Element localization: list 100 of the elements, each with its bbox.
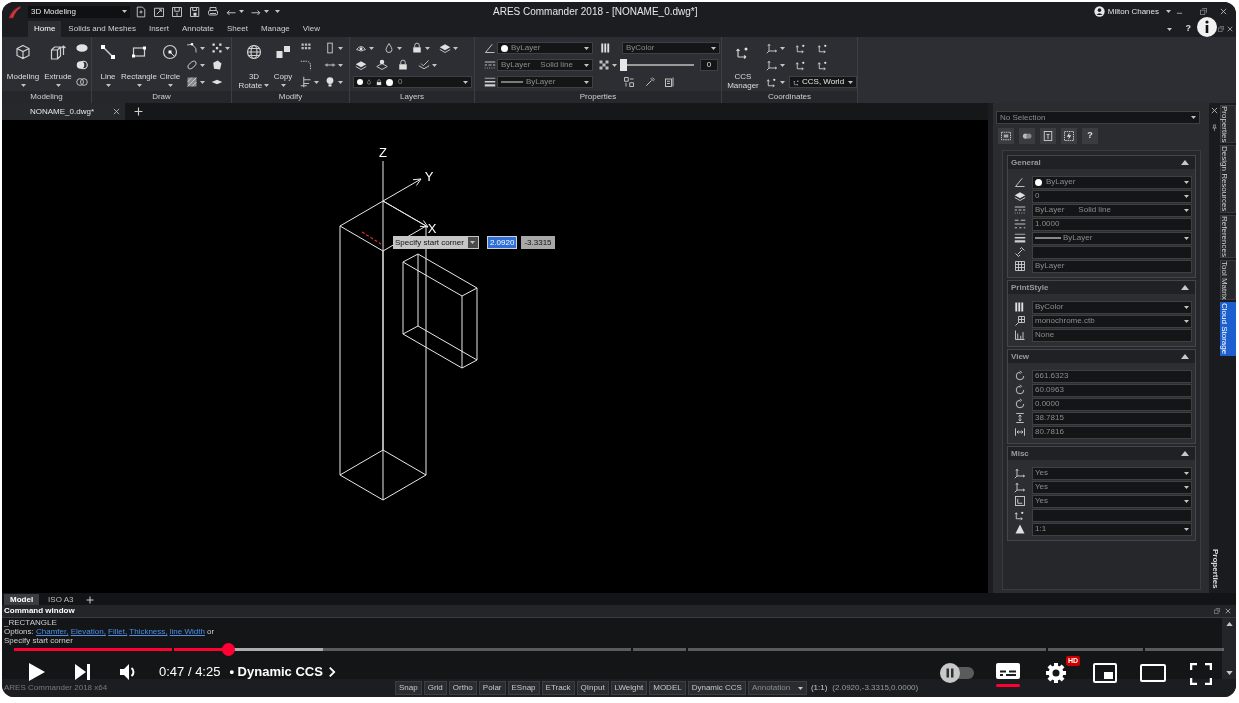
axes-rotate-button[interactable] — [766, 59, 785, 71]
scrollbar[interactable] — [1222, 618, 1236, 679]
play-button[interactable] — [28, 662, 46, 682]
property-field[interactable] — [1032, 508, 1192, 522]
drop-button[interactable] — [383, 42, 402, 54]
calculator-button[interactable] — [664, 76, 676, 88]
property-dropdown[interactable]: ByLayer — [1032, 175, 1192, 189]
ccs-dropdown[interactable]: CCS, World — [789, 76, 857, 88]
command-option-link[interactable]: Fillet, — [108, 627, 128, 636]
lightning-select-button[interactable] — [1061, 128, 1077, 144]
close-button[interactable] — [1220, 8, 1227, 15]
rotate-button[interactable]: 3D Rotate — [238, 39, 270, 90]
quick-select-button[interactable] — [1019, 128, 1035, 144]
side-tab[interactable]: References — [1220, 214, 1236, 258]
status-toggle[interactable]: Polar — [478, 681, 506, 695]
theater-mode-button[interactable] — [1140, 663, 1166, 682]
property-dropdown[interactable]: Yes — [1032, 494, 1192, 508]
restore-button[interactable] — [1214, 608, 1220, 614]
axes-view-button[interactable] — [817, 42, 829, 54]
dropper-button[interactable] — [644, 76, 656, 88]
selection-dropdown[interactable]: No Selection — [996, 111, 1200, 124]
status-toggle[interactable]: Ortho — [448, 681, 477, 695]
close-button[interactable] — [1227, 26, 1233, 32]
ribbon-tab[interactable]: Manage — [254, 21, 296, 37]
restore-button[interactable] — [1218, 26, 1224, 32]
close-button[interactable] — [1211, 107, 1218, 114]
match-properties-button[interactable] — [623, 76, 635, 88]
property-field[interactable]: None — [1032, 328, 1192, 342]
lock-button[interactable] — [411, 42, 430, 54]
layer-stack-button[interactable] — [355, 59, 367, 71]
autoplay-toggle[interactable] — [940, 663, 974, 683]
status-toggle[interactable]: Dynamic CCS — [687, 681, 746, 695]
copy-button[interactable]: Copy — [270, 39, 296, 90]
restore-button[interactable] — [1200, 8, 1207, 15]
property-field[interactable]: 1.0000 — [1032, 217, 1192, 231]
circle-button[interactable]: Circle — [158, 39, 182, 88]
transparency-button[interactable] — [598, 59, 617, 71]
status-toggle[interactable]: QInput — [576, 681, 609, 695]
help-button[interactable]: ? — [1082, 128, 1098, 144]
layer-dropdown[interactable]: 0 — [353, 76, 472, 88]
property-field[interactable] — [1032, 245, 1192, 259]
polyline-button[interactable] — [186, 42, 205, 54]
lineweight-dropdown[interactable]: ByLayer — [497, 76, 593, 88]
property-field[interactable]: ByLayer — [1032, 259, 1192, 273]
line-button[interactable]: Line — [96, 39, 120, 88]
toggle-selection-button[interactable] — [1040, 128, 1056, 144]
status-toggle[interactable]: ESnap — [507, 681, 540, 695]
collapse-button[interactable] — [1181, 451, 1189, 456]
layers-button[interactable] — [439, 42, 458, 54]
collapse-button[interactable] — [1181, 160, 1189, 165]
axes-point-button[interactable] — [795, 42, 807, 54]
ribbon-tab[interactable]: Annotate — [175, 21, 220, 37]
axes-object-button[interactable] — [817, 59, 829, 71]
side-tab[interactable]: Design Resources — [1220, 145, 1236, 213]
save-as-button[interactable] — [189, 5, 201, 18]
side-tab[interactable]: Properties — [1220, 105, 1236, 144]
ribbon-tab[interactable]: View — [296, 21, 326, 37]
add-layout-button[interactable] — [86, 594, 95, 605]
axes-named-button[interactable] — [766, 76, 785, 88]
hatch-button[interactable] — [186, 76, 205, 88]
transparency-field[interactable]: 0 — [700, 59, 718, 71]
property-dropdown[interactable]: ByLayer — [1032, 231, 1192, 245]
collapse-button[interactable] — [1181, 354, 1189, 359]
property-dropdown[interactable]: Yes — [1032, 466, 1192, 480]
open-file-button[interactable] — [153, 5, 165, 18]
slider-thumb[interactable] — [620, 59, 627, 71]
modeling-button[interactable]: Modeling — [4, 39, 42, 88]
command-option-link[interactable]: Elevation, — [70, 627, 106, 636]
stretch-button[interactable] — [324, 42, 343, 54]
property-field[interactable]: 60.0963 — [1032, 383, 1192, 397]
property-field[interactable]: 38.7815 — [1032, 411, 1192, 425]
info-button[interactable] — [1197, 17, 1217, 37]
rectangle-button[interactable]: Rectangle — [120, 39, 158, 88]
transparency-slider[interactable] — [620, 59, 694, 71]
pill-button[interactable] — [76, 42, 88, 54]
property-dropdown[interactable]: monochrome.ctb — [1032, 314, 1192, 328]
workspace-dropdown[interactable]: 3D Modeling — [28, 5, 130, 18]
settings-button[interactable] — [1046, 663, 1066, 683]
command-option-link[interactable]: Thickness, — [129, 627, 168, 636]
subtract-button[interactable] — [76, 76, 88, 88]
property-field[interactable]: 661.6323 — [1032, 369, 1192, 383]
ribbon-tab[interactable]: Solids and Meshes — [62, 21, 142, 37]
new-tab-button[interactable] — [134, 107, 143, 116]
status-toggle[interactable]: ETrack — [541, 681, 575, 695]
layout-tab[interactable]: ISO A3 — [42, 594, 80, 605]
property-dropdown[interactable]: ByLayer Solid line — [1032, 203, 1192, 217]
trim-button[interactable] — [300, 76, 319, 88]
chapter-button[interactable]: • Dynamic CCS — [229, 664, 336, 680]
ribbon-tab[interactable]: Sheet — [221, 21, 254, 37]
bulb-button[interactable] — [324, 76, 343, 88]
print-button[interactable] — [207, 5, 219, 18]
layer-dot-button[interactable] — [376, 59, 388, 71]
save-button[interactable] — [171, 5, 183, 18]
ribbon-tab[interactable]: Home — [28, 21, 62, 37]
side-tab[interactable]: Tool Matrix — [1220, 259, 1236, 301]
new-file-button[interactable] — [135, 5, 147, 18]
prompt-options-button[interactable] — [467, 237, 478, 248]
coordinate-input[interactable]: -3.3315 — [521, 236, 555, 249]
check-button[interactable] — [418, 59, 437, 71]
select-objects-button[interactable] — [998, 128, 1014, 144]
